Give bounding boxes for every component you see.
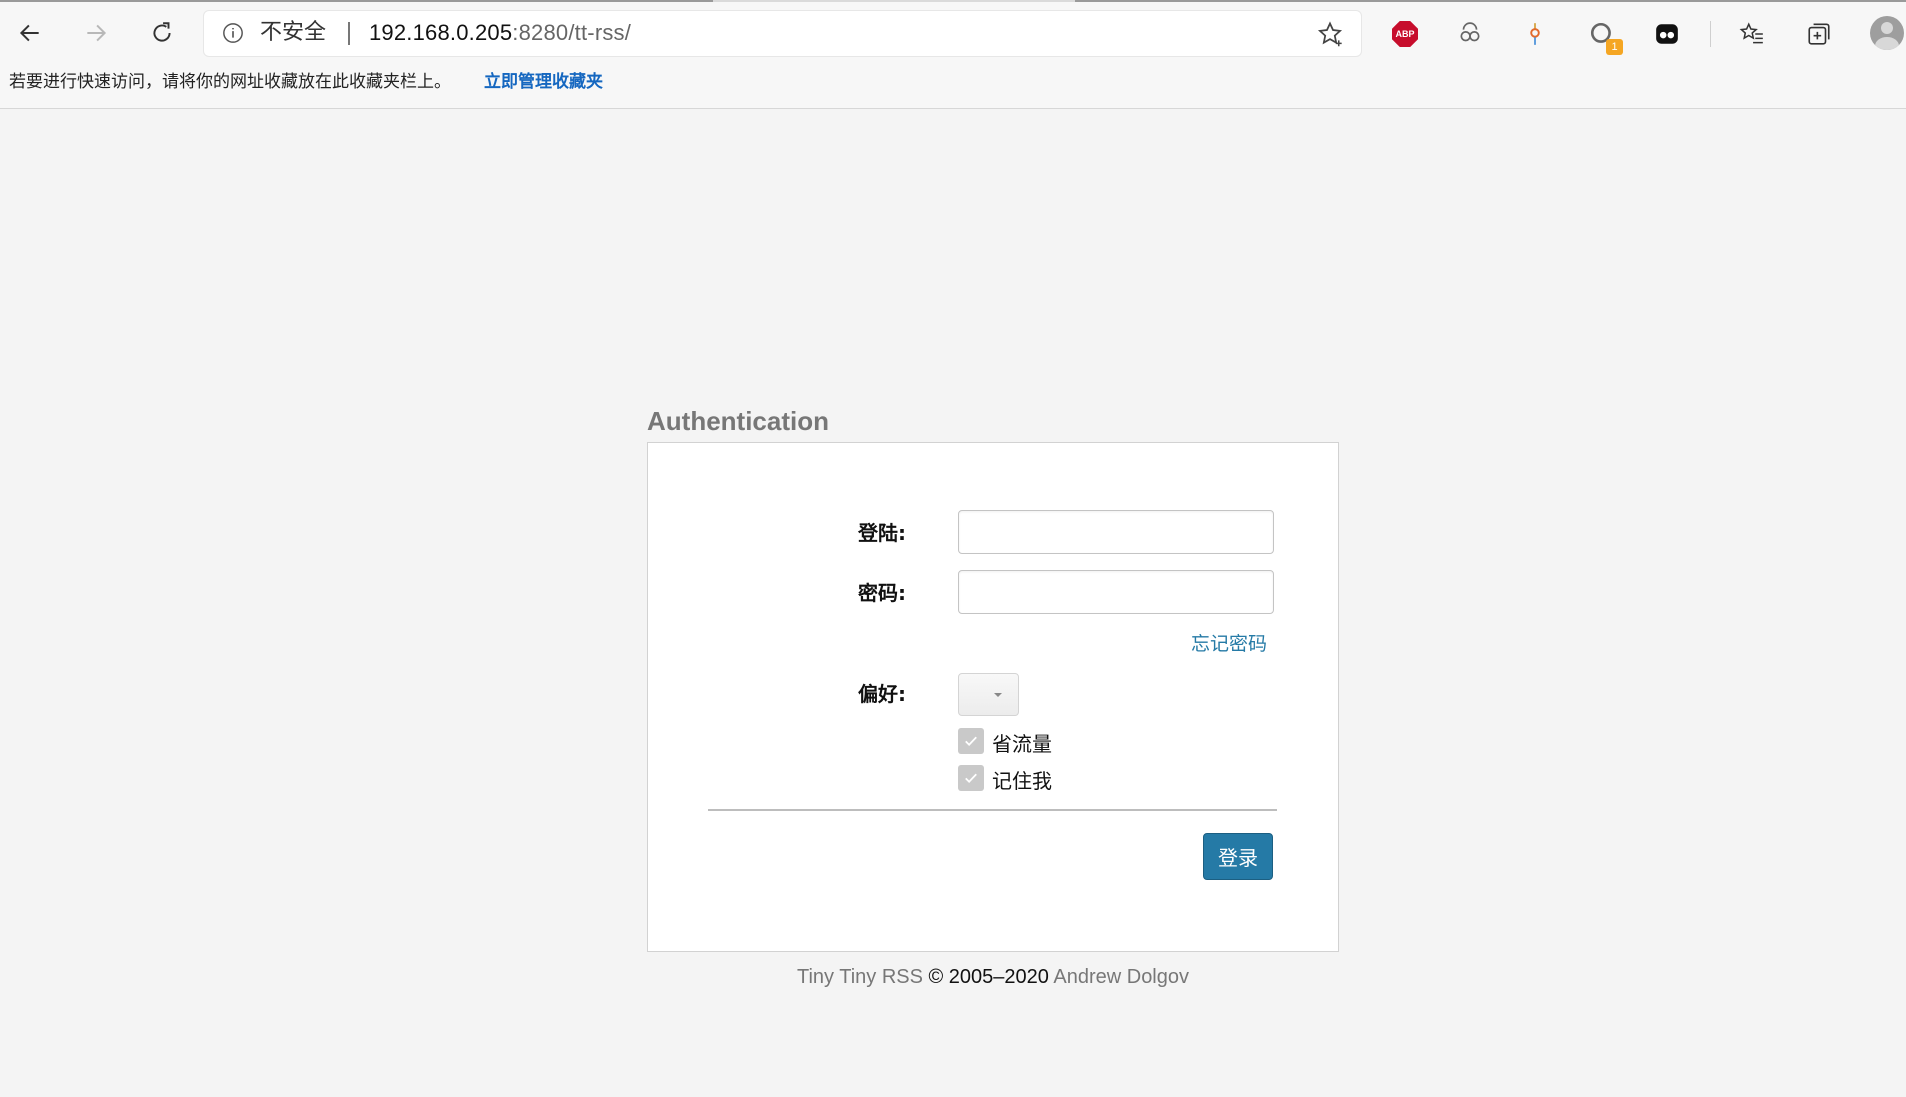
favorites-bar-message: 若要进行快速访问，请将你的网址收藏放在此收藏夹栏上。 [9, 72, 451, 92]
arrow-left-icon [19, 24, 39, 42]
profile-avatar[interactable] [1870, 16, 1904, 50]
auth-title: Authentication [647, 406, 829, 436]
face-extension[interactable] [1652, 19, 1682, 49]
link-extension[interactable] [1455, 19, 1485, 49]
footer: Tiny Tiny RSS © 2005–2020 Andrew Dolgov [0, 966, 1906, 989]
search-extension[interactable]: 1 [1587, 19, 1623, 55]
login-button[interactable]: 登录 [1203, 833, 1273, 880]
checkmark-icon [965, 736, 977, 747]
footer-copyright: © 2005–2020 [928, 966, 1049, 988]
safe-mode-label[interactable]: 省流量 [992, 728, 1052, 757]
forgot-password-link[interactable]: 忘记密码 [1191, 629, 1267, 656]
reload-button[interactable] [143, 14, 181, 52]
security-label[interactable]: 不安全 [260, 19, 326, 47]
extension-link-icon [1460, 22, 1480, 42]
extension-face-icon [1656, 24, 1678, 44]
remember-me-label[interactable]: 记住我 [992, 765, 1052, 794]
prefs-label: 偏好: [858, 682, 906, 706]
login-input[interactable] [958, 510, 1274, 554]
browser-toolbar: 不安全 192.168.0.205:8280/tt-rss/ ABP 1 [0, 0, 1906, 63]
url-path: :8280/tt-rss/ [512, 20, 632, 45]
login-panel: 登陆: 密码: 忘记密码 偏好: 省流量 记住我 登录 [647, 442, 1339, 952]
extension-pin-icon [1530, 23, 1540, 45]
url-text[interactable]: 192.168.0.205:8280/tt-rss/ [369, 19, 631, 47]
url-host: 192.168.0.205 [369, 20, 513, 45]
favorites-star-icon [1739, 22, 1763, 44]
checkmark-icon [965, 773, 977, 784]
adblock-extension[interactable]: ABP [1390, 19, 1420, 49]
password-label: 密码: [858, 581, 906, 605]
address-separator [348, 22, 350, 45]
star-icon[interactable] [1316, 20, 1344, 48]
tab-edge [1075, 0, 1906, 2]
safe-mode-checkbox[interactable] [958, 728, 984, 754]
collections-icon [1808, 23, 1830, 45]
collections-button[interactable] [1804, 19, 1834, 49]
toolbar-divider [1710, 21, 1711, 47]
password-input[interactable] [958, 570, 1274, 614]
remember-me-checkbox[interactable] [958, 765, 984, 791]
reload-icon [153, 22, 171, 42]
chevron-down-icon [994, 693, 1002, 697]
form-divider [708, 809, 1277, 811]
prefs-select[interactable] [958, 673, 1019, 716]
arrow-right-icon [87, 24, 107, 42]
extension-badge: 1 [1606, 39, 1623, 55]
adblock-plus-icon: ABP [1392, 21, 1418, 47]
manage-favorites-link[interactable]: 立即管理收藏夹 [484, 68, 603, 96]
address-bar[interactable]: 不安全 192.168.0.205:8280/tt-rss/ [204, 11, 1361, 56]
forward-button[interactable] [77, 14, 115, 52]
active-tab-edge [0, 0, 713, 2]
favorites-bar: 若要进行快速访问，请将你的网址收藏放在此收藏夹栏上。 立即管理收藏夹 [0, 63, 1906, 109]
favorites-button[interactable] [1737, 19, 1767, 49]
info-icon[interactable] [222, 22, 244, 44]
footer-app-name[interactable]: Tiny Tiny RSS [797, 966, 923, 988]
back-button[interactable] [11, 14, 49, 52]
pin-extension[interactable] [1520, 19, 1550, 49]
footer-author[interactable]: Andrew Dolgov [1053, 966, 1189, 988]
login-label: 登陆: [858, 521, 906, 545]
